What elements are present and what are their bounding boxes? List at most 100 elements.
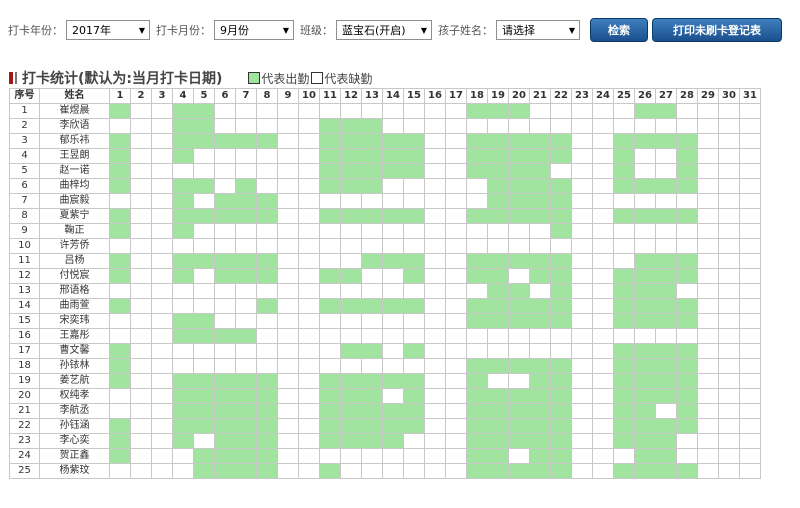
attendance-cell-present — [382, 163, 404, 179]
attendance-cell-absent — [571, 283, 593, 299]
attendance-cell-present — [256, 433, 278, 449]
attendance-cell-present — [172, 328, 194, 344]
attendance-cell-absent — [130, 178, 152, 194]
attendance-cell-absent — [298, 133, 320, 149]
attendance-cell-absent — [403, 448, 425, 464]
table-row: 5 赵一诺 — [9, 163, 761, 179]
attendance-cell-absent — [529, 328, 551, 344]
attendance-cell-absent — [235, 103, 257, 119]
child-name: 孙铱林 — [39, 358, 110, 374]
attendance-cell-absent — [739, 403, 761, 419]
print-unswiped-button[interactable]: 打印未刷卡登记表 — [652, 18, 782, 42]
attendance-cell-present — [256, 133, 278, 149]
attendance-cell-absent — [697, 193, 719, 209]
attendance-cell-absent — [277, 433, 299, 449]
attendance-cell-present — [193, 103, 215, 119]
attendance-cell-absent — [151, 208, 173, 224]
attendance-cell-present — [550, 433, 572, 449]
attendance-cell-absent — [382, 238, 404, 254]
attendance-cell-present — [172, 313, 194, 329]
attendance-cell-present — [340, 373, 362, 389]
attendance-cell-present — [487, 103, 509, 119]
attendance-cell-absent — [340, 238, 362, 254]
attendance-cell-absent — [361, 313, 383, 329]
attendance-cell-absent — [739, 283, 761, 299]
year-select[interactable]: 2017年 ▼ — [66, 20, 150, 40]
attendance-cell-present — [235, 328, 257, 344]
attendance-cell-present — [676, 208, 698, 224]
attendance-cell-absent — [571, 238, 593, 254]
attendance-cell-present — [634, 463, 656, 479]
attendance-cell-absent — [739, 448, 761, 464]
attendance-cell-absent — [130, 373, 152, 389]
attendance-cell-absent — [466, 343, 488, 359]
attendance-cell-present — [487, 253, 509, 269]
child-select[interactable]: 请选择 ▼ — [496, 20, 580, 40]
attendance-cell-absent — [403, 193, 425, 209]
attendance-cell-present — [676, 178, 698, 194]
attendance-table-wrap: 序号 姓名 1 2 3 4 5 6 7 8 9 10 11 12 13 14 15 16 17 18 19 20 21 2… — [9, 88, 761, 479]
table-row: 14 曲雨萱 — [9, 298, 761, 314]
attendance-cell-absent — [466, 178, 488, 194]
attendance-cell-present — [319, 268, 341, 284]
attendance-cell-present — [361, 208, 383, 224]
attendance-cell-absent — [340, 253, 362, 269]
attendance-cell-present — [676, 253, 698, 269]
attendance-cell-absent — [697, 358, 719, 374]
attendance-cell-present — [676, 163, 698, 179]
attendance-cell-absent — [445, 253, 467, 269]
attendance-cell-absent — [718, 388, 740, 404]
attendance-cell-absent — [130, 193, 152, 209]
header-day: 7 — [235, 88, 257, 104]
attendance-cell-absent — [277, 358, 299, 374]
attendance-cell-present — [403, 343, 425, 359]
attendance-cell-absent — [739, 298, 761, 314]
attendance-cell-present — [403, 133, 425, 149]
attendance-cell-present — [340, 133, 362, 149]
search-button[interactable]: 检索 — [590, 18, 648, 42]
month-select[interactable]: 9月份 ▼ — [214, 20, 294, 40]
attendance-cell-present — [508, 163, 530, 179]
attendance-cell-present — [109, 418, 131, 434]
row-number: 16 — [9, 328, 40, 344]
attendance-cell-absent — [592, 298, 614, 314]
title-marker-bar-icon — [15, 72, 17, 84]
class-select[interactable]: 蓝宝石(开启) ▼ — [336, 20, 432, 40]
dropdown-arrow-icon: ▼ — [568, 25, 575, 35]
attendance-cell-absent — [445, 118, 467, 134]
attendance-cell-present — [403, 418, 425, 434]
attendance-cell-absent — [214, 313, 236, 329]
attendance-cell-absent — [697, 223, 719, 239]
attendance-cell-absent — [151, 418, 173, 434]
attendance-cell-absent — [718, 208, 740, 224]
attendance-cell-present — [550, 268, 572, 284]
attendance-cell-present — [487, 163, 509, 179]
row-number: 24 — [9, 448, 40, 464]
attendance-cell-absent — [697, 163, 719, 179]
attendance-cell-absent — [739, 268, 761, 284]
attendance-cell-present — [655, 418, 677, 434]
header-day: 12 — [340, 88, 362, 104]
header-day: 20 — [508, 88, 530, 104]
row-number: 13 — [9, 283, 40, 299]
attendance-cell-absent — [634, 118, 656, 134]
attendance-cell-absent — [298, 208, 320, 224]
attendance-cell-present — [172, 433, 194, 449]
attendance-cell-absent — [424, 328, 446, 344]
attendance-cell-absent — [382, 283, 404, 299]
header-name: 姓名 — [39, 88, 110, 104]
attendance-cell-absent — [550, 163, 572, 179]
attendance-cell-present — [319, 373, 341, 389]
attendance-cell-absent — [718, 193, 740, 209]
attendance-cell-present — [676, 148, 698, 164]
attendance-cell-absent — [676, 238, 698, 254]
attendance-cell-present — [235, 448, 257, 464]
attendance-cell-absent — [739, 418, 761, 434]
attendance-cell-absent — [655, 223, 677, 239]
class-select-value: 蓝宝石(开启) — [342, 24, 406, 37]
attendance-cell-absent — [613, 223, 635, 239]
attendance-cell-present — [319, 418, 341, 434]
attendance-cell-absent — [172, 343, 194, 359]
attendance-cell-absent — [403, 118, 425, 134]
attendance-cell-absent — [151, 463, 173, 479]
